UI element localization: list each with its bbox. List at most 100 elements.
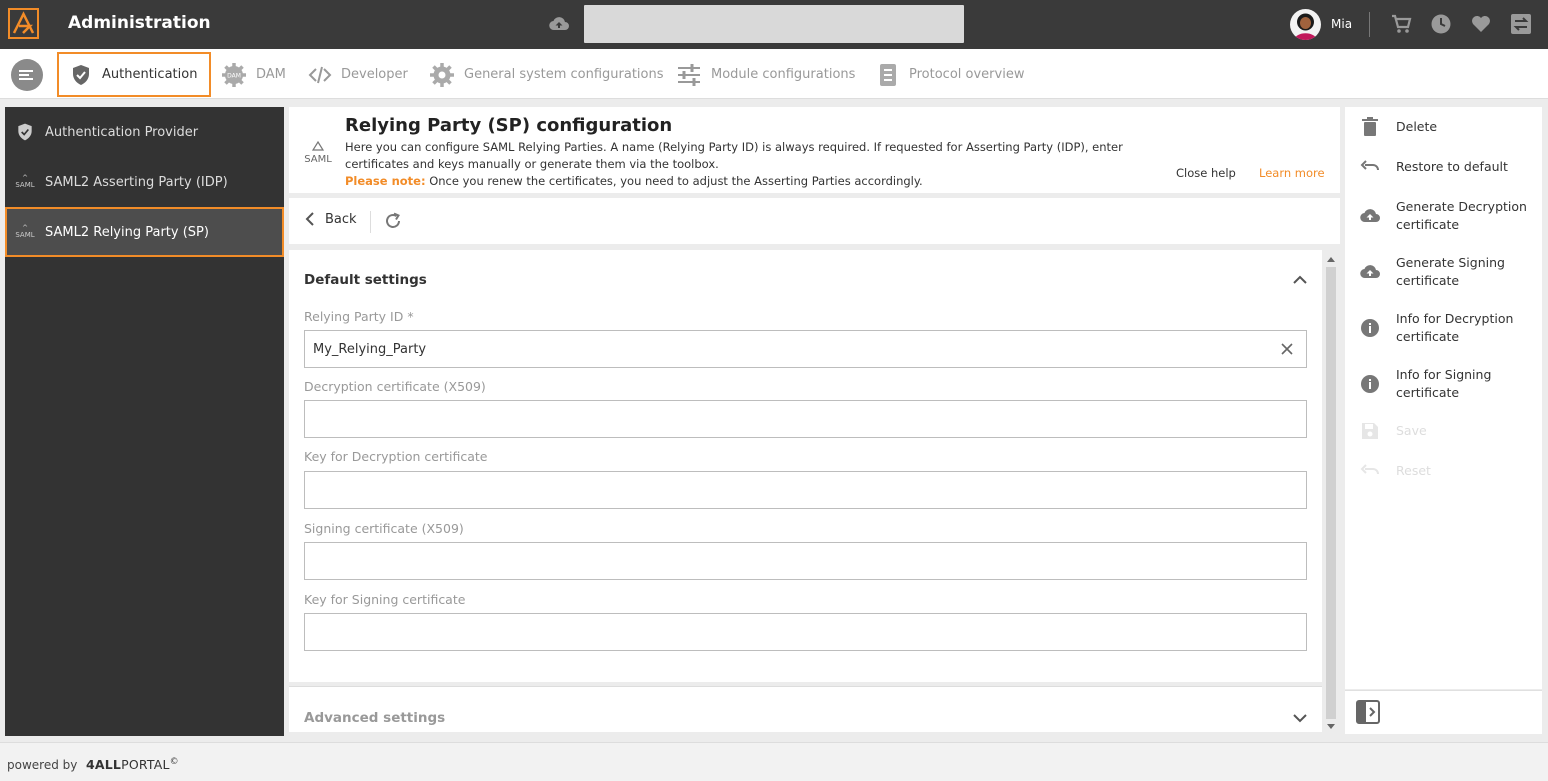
decryption-certificate-field[interactable] <box>304 400 1307 438</box>
action-label: Reset <box>1396 463 1431 478</box>
restore-default-button[interactable]: Restore to default <box>1345 156 1542 178</box>
sidebar-item-label: SAML2 Asserting Party (IDP) <box>45 174 228 190</box>
toolbar: Back <box>289 198 1340 244</box>
reset-button[interactable]: Reset <box>1345 460 1542 482</box>
tab-developer[interactable]: Developer <box>308 52 408 97</box>
document-icon <box>880 63 896 86</box>
clock-icon[interactable] <box>1430 13 1452 35</box>
action-label: Delete <box>1396 119 1438 134</box>
decryption-key-label: Key for Decryption certificate <box>304 449 488 464</box>
clear-icon[interactable] <box>1280 342 1294 356</box>
saml-icon: ^ SAML <box>15 224 35 239</box>
relying-party-id-label: Relying Party ID * <box>304 309 414 324</box>
sidebar-item-authentication-provider[interactable]: Authentication Provider <box>5 107 284 157</box>
shield-check-icon <box>15 122 35 142</box>
default-settings-panel: Default settings Relying Party ID * Decr… <box>289 250 1322 682</box>
decryption-key-field[interactable] <box>304 471 1307 509</box>
info-signing-certificate-button[interactable]: Info for Signing certificate <box>1345 366 1542 402</box>
saml-logo: SAML <box>301 140 335 165</box>
collapse-panel-icon[interactable] <box>1356 700 1380 724</box>
saml-icon: ^ SAML <box>15 174 35 189</box>
signing-certificate-field[interactable] <box>304 542 1307 580</box>
nav-bar: Authentication DAM DAM Developer General… <box>0 49 1548 99</box>
heart-icon[interactable] <box>1470 13 1492 35</box>
undo-icon <box>1359 156 1381 178</box>
scroll-down-arrow[interactable] <box>1327 724 1335 729</box>
chevron-down-icon[interactable] <box>1292 710 1308 726</box>
cloud-upload-icon[interactable] <box>548 14 570 34</box>
close-help-link[interactable]: Close help <box>1176 166 1236 180</box>
section-title: Advanced settings <box>304 710 446 726</box>
cart-icon[interactable] <box>1390 13 1412 35</box>
action-label: Save <box>1396 423 1427 438</box>
tab-label: Module configurations <box>711 67 856 82</box>
menu-toggle-button[interactable] <box>11 59 43 91</box>
tab-protocol-overview[interactable]: Protocol overview <box>876 52 1024 97</box>
code-icon <box>308 66 332 83</box>
chevron-left-icon <box>305 212 314 226</box>
divider <box>1369 12 1370 37</box>
help-panel: SAML Relying Party (SP) configuration He… <box>289 107 1340 193</box>
chevron-up-icon[interactable] <box>1292 272 1308 288</box>
sidebar-item-saml2-relying-party[interactable]: ^ SAML SAML2 Relying Party (SP) <box>5 207 284 257</box>
svg-text:DAM: DAM <box>227 72 241 79</box>
relying-party-id-field[interactable] <box>304 330 1307 368</box>
global-search-input[interactable] <box>584 5 964 43</box>
signing-key-field[interactable] <box>304 613 1307 651</box>
sidebar: Authentication Provider ^ SAML SAML2 Asse… <box>5 107 284 736</box>
cloud-upload-icon <box>1359 261 1381 283</box>
gear-icon <box>430 62 454 87</box>
back-button[interactable]: Back <box>305 211 357 227</box>
tab-label: Authentication <box>102 67 198 82</box>
brand-mark: © <box>169 757 179 767</box>
logo-icon <box>12 11 35 34</box>
tab-general-system-configurations[interactable]: General system configurations <box>429 52 664 97</box>
transfer-icon[interactable] <box>1510 13 1532 35</box>
info-decryption-certificate-button[interactable]: Info for Decryption certificate <box>1345 310 1542 346</box>
brand-bold: 4ALL <box>86 757 122 773</box>
user-name[interactable]: Mia <box>1331 17 1352 31</box>
learn-more-link[interactable]: Learn more <box>1259 166 1325 180</box>
page-title: Relying Party (SP) configuration <box>345 115 673 136</box>
sidebar-item-saml2-asserting-party[interactable]: ^ SAML SAML2 Asserting Party (IDP) <box>5 157 284 207</box>
help-note-text: Once you renew the certificates, you nee… <box>425 174 923 188</box>
tab-label: DAM <box>256 67 286 82</box>
delete-button[interactable]: Delete <box>1345 116 1542 138</box>
tab-label: Protocol overview <box>909 67 1025 82</box>
advanced-settings-panel[interactable]: Advanced settings <box>289 686 1322 732</box>
scrollbar[interactable] <box>1325 253 1337 733</box>
generate-decryption-certificate-button[interactable]: Generate Decryption certificate <box>1345 198 1542 234</box>
save-icon <box>1359 420 1381 442</box>
section-title: Default settings <box>304 272 427 288</box>
action-label: Generate Decryption certificate <box>1396 199 1527 232</box>
help-note-label: Please note: <box>345 174 426 188</box>
scroll-up-arrow[interactable] <box>1327 257 1335 262</box>
signing-key-label: Key for Signing certificate <box>304 592 466 607</box>
action-label: Info for Signing certificate <box>1396 367 1492 400</box>
powered-by-text: powered by <box>7 758 78 772</box>
saml-logo-text: SAML <box>304 154 332 165</box>
sidebar-item-label: SAML2 Relying Party (SP) <box>45 224 209 240</box>
save-button[interactable]: Save <box>1345 420 1542 442</box>
user-avatar-icon <box>1294 13 1317 40</box>
tab-authentication[interactable]: Authentication <box>57 52 212 97</box>
help-text: Here you can configure SAML Relying Part… <box>345 139 1145 190</box>
sidebar-item-label: Authentication Provider <box>45 124 199 140</box>
dam-gear-icon: DAM <box>222 62 246 87</box>
saml-logo-icon <box>311 140 325 151</box>
scroll-thumb[interactable] <box>1326 267 1336 719</box>
signing-certificate-label: Signing certificate (X509) <box>304 521 464 536</box>
info-icon <box>1359 373 1381 395</box>
tab-label: Developer <box>341 67 408 82</box>
app-logo[interactable] <box>8 8 39 39</box>
sliders-icon <box>678 63 700 86</box>
help-description: Here you can configure SAML Relying Part… <box>345 140 1123 171</box>
avatar[interactable] <box>1290 9 1321 40</box>
tab-module-configurations[interactable]: Module configurations <box>676 52 855 97</box>
reload-icon[interactable] <box>384 212 402 230</box>
tab-dam[interactable]: DAM DAM <box>221 52 286 97</box>
info-icon <box>1359 317 1381 339</box>
tab-label: General system configurations <box>464 67 664 82</box>
generate-signing-certificate-button[interactable]: Generate Signing certificate <box>1345 254 1542 290</box>
action-panel-footer <box>1345 690 1542 734</box>
